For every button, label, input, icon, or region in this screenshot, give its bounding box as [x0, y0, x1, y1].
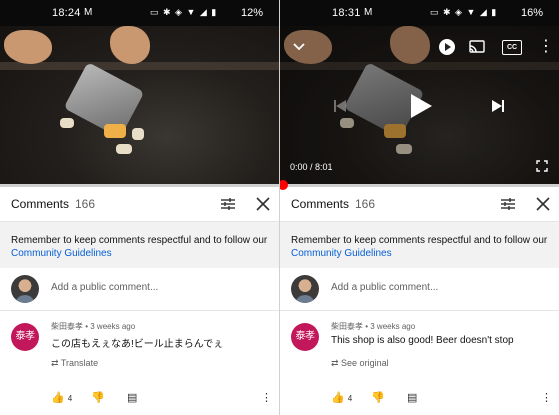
- comments-header: Comments 166: [0, 187, 279, 222]
- add-comment-row[interactable]: Add a public comment...: [280, 268, 559, 311]
- status-time: 18:31: [332, 7, 361, 19]
- sort-icon[interactable]: [499, 195, 517, 213]
- notice-text: Remember to keep comments respectful and…: [11, 235, 268, 246]
- translate-label: See original: [341, 358, 389, 368]
- autoplay-toggle-icon[interactable]: [438, 38, 456, 56]
- video-player[interactable]: [0, 26, 279, 184]
- collapse-chevron-icon[interactable]: [292, 40, 306, 54]
- community-notice: Remember to keep comments respectful and…: [0, 222, 279, 268]
- thumbs-up-icon: 👍: [51, 392, 65, 404]
- food-piece: [132, 128, 144, 140]
- avatar: [11, 275, 39, 303]
- sort-icon[interactable]: [219, 195, 237, 213]
- reply-button[interactable]: ▤: [407, 391, 417, 404]
- add-comment-input[interactable]: Add a public comment...: [331, 282, 438, 293]
- reply-icon: ▤: [127, 392, 138, 404]
- commenter-avatar[interactable]: 泰孝: [291, 323, 319, 351]
- dislike-button[interactable]: 👎: [371, 391, 385, 404]
- mail-icon: M: [364, 7, 373, 18]
- previous-icon: [334, 100, 346, 112]
- next-icon[interactable]: [490, 98, 506, 114]
- close-icon[interactable]: [534, 195, 552, 213]
- comment-meta: 柴田泰孝 • 3 weeks ago: [331, 322, 416, 331]
- avatar: [291, 275, 319, 303]
- notice-text: Remember to keep comments respectful and…: [291, 235, 548, 246]
- battery-level: 12%: [240, 7, 263, 19]
- video-player[interactable]: CC ⋮ 0:00 / 8:01: [280, 26, 559, 184]
- translate-icon: ⇄: [51, 358, 61, 368]
- like-button[interactable]: 👍 4: [331, 391, 352, 404]
- close-icon[interactable]: [254, 195, 272, 213]
- status-time: 18:24: [52, 7, 81, 19]
- comment-text: この店もえぇなあ!ビール止まらんでぇ: [51, 339, 224, 350]
- battery-level: 16%: [520, 7, 543, 19]
- community-guidelines-link[interactable]: Community Guidelines: [291, 248, 392, 259]
- play-icon[interactable]: [408, 92, 434, 120]
- translate-button[interactable]: ⇄ Translate: [51, 358, 98, 369]
- like-count: 4: [347, 394, 353, 403]
- right-phone-screen: 18:31 M ▭ ✱ ◈ ▼ ◢ ▮ 16% CC ⋮ 0:00 / 8:01…: [280, 0, 559, 415]
- system-icons: ▭ ✱ ◈ ▼ ◢ ▮: [150, 7, 218, 17]
- grill-edge: [0, 62, 279, 70]
- like-count: 4: [67, 394, 73, 403]
- translate-icon: ⇄: [331, 358, 342, 368]
- comment-text: This shop is also good! Beer doesn't sto…: [331, 335, 514, 346]
- cast-icon[interactable]: [468, 39, 486, 55]
- food-piece: [104, 124, 126, 138]
- like-button[interactable]: 👍 4: [51, 391, 72, 404]
- comment-actions: 👍 4 👎 ▤ ⋮: [51, 391, 279, 407]
- fullscreen-icon[interactable]: [536, 160, 548, 172]
- captions-icon[interactable]: CC: [502, 40, 522, 55]
- comment-item: 泰孝 柴田泰孝 • 3 weeks ago This shop is also …: [280, 318, 559, 415]
- comments-header: Comments 166: [280, 187, 559, 222]
- comment-actions: 👍 4 👎 ▤ ⋮: [331, 391, 559, 407]
- community-notice: Remember to keep comments respectful and…: [280, 222, 559, 268]
- more-options-icon[interactable]: ⋮: [261, 391, 272, 404]
- thumbs-up-icon: 👍: [331, 392, 345, 404]
- reply-icon: ▤: [407, 392, 418, 404]
- comment-meta: 柴田泰孝 • 3 weeks ago: [51, 322, 136, 331]
- more-options-icon[interactable]: ⋮: [541, 391, 552, 404]
- add-comment-row[interactable]: Add a public comment...: [0, 268, 279, 311]
- community-guidelines-link[interactable]: Community Guidelines: [11, 248, 112, 259]
- commenter-avatar[interactable]: 泰孝: [11, 323, 39, 351]
- food-piece: [60, 118, 74, 128]
- thumbs-down-icon: 👎: [91, 392, 105, 404]
- see-original-button[interactable]: ⇄ See original: [331, 358, 389, 369]
- mail-icon: M: [84, 7, 93, 18]
- comments-count: 166: [355, 197, 376, 211]
- translate-label: Translate: [60, 358, 99, 368]
- left-phone-screen: 18:24 M ▭ ✱ ◈ ▼ ◢ ▮ 12% Comments 166 Rem…: [0, 0, 279, 415]
- reply-button[interactable]: ▤: [127, 391, 137, 404]
- system-icons: ▭ ✱ ◈ ▼ ◢ ▮: [430, 7, 498, 17]
- more-options-icon[interactable]: ⋮: [538, 36, 554, 55]
- comments-title: Comments: [291, 197, 350, 211]
- dislike-button[interactable]: 👎: [91, 391, 105, 404]
- status-bar: 18:31 M ▭ ✱ ◈ ▼ ◢ ▮ 16%: [280, 0, 559, 26]
- food-piece: [116, 144, 132, 154]
- add-comment-input[interactable]: Add a public comment...: [51, 282, 158, 293]
- screenshot-pair: 18:24 M ▭ ✱ ◈ ▼ ◢ ▮ 12% Comments 166 Rem…: [0, 0, 559, 415]
- hand-right: [110, 26, 150, 64]
- comments-title: Comments: [11, 197, 70, 211]
- comment-item: 泰孝 柴田泰孝 • 3 weeks ago この店もえぇなあ!ビール止まらんでぇ…: [0, 318, 279, 415]
- time-readout: 0:00 / 8:01: [290, 162, 333, 172]
- comments-count: 166: [75, 197, 96, 211]
- thumbs-down-icon: 👎: [371, 392, 385, 404]
- status-bar: 18:24 M ▭ ✱ ◈ ▼ ◢ ▮ 12%: [0, 0, 279, 26]
